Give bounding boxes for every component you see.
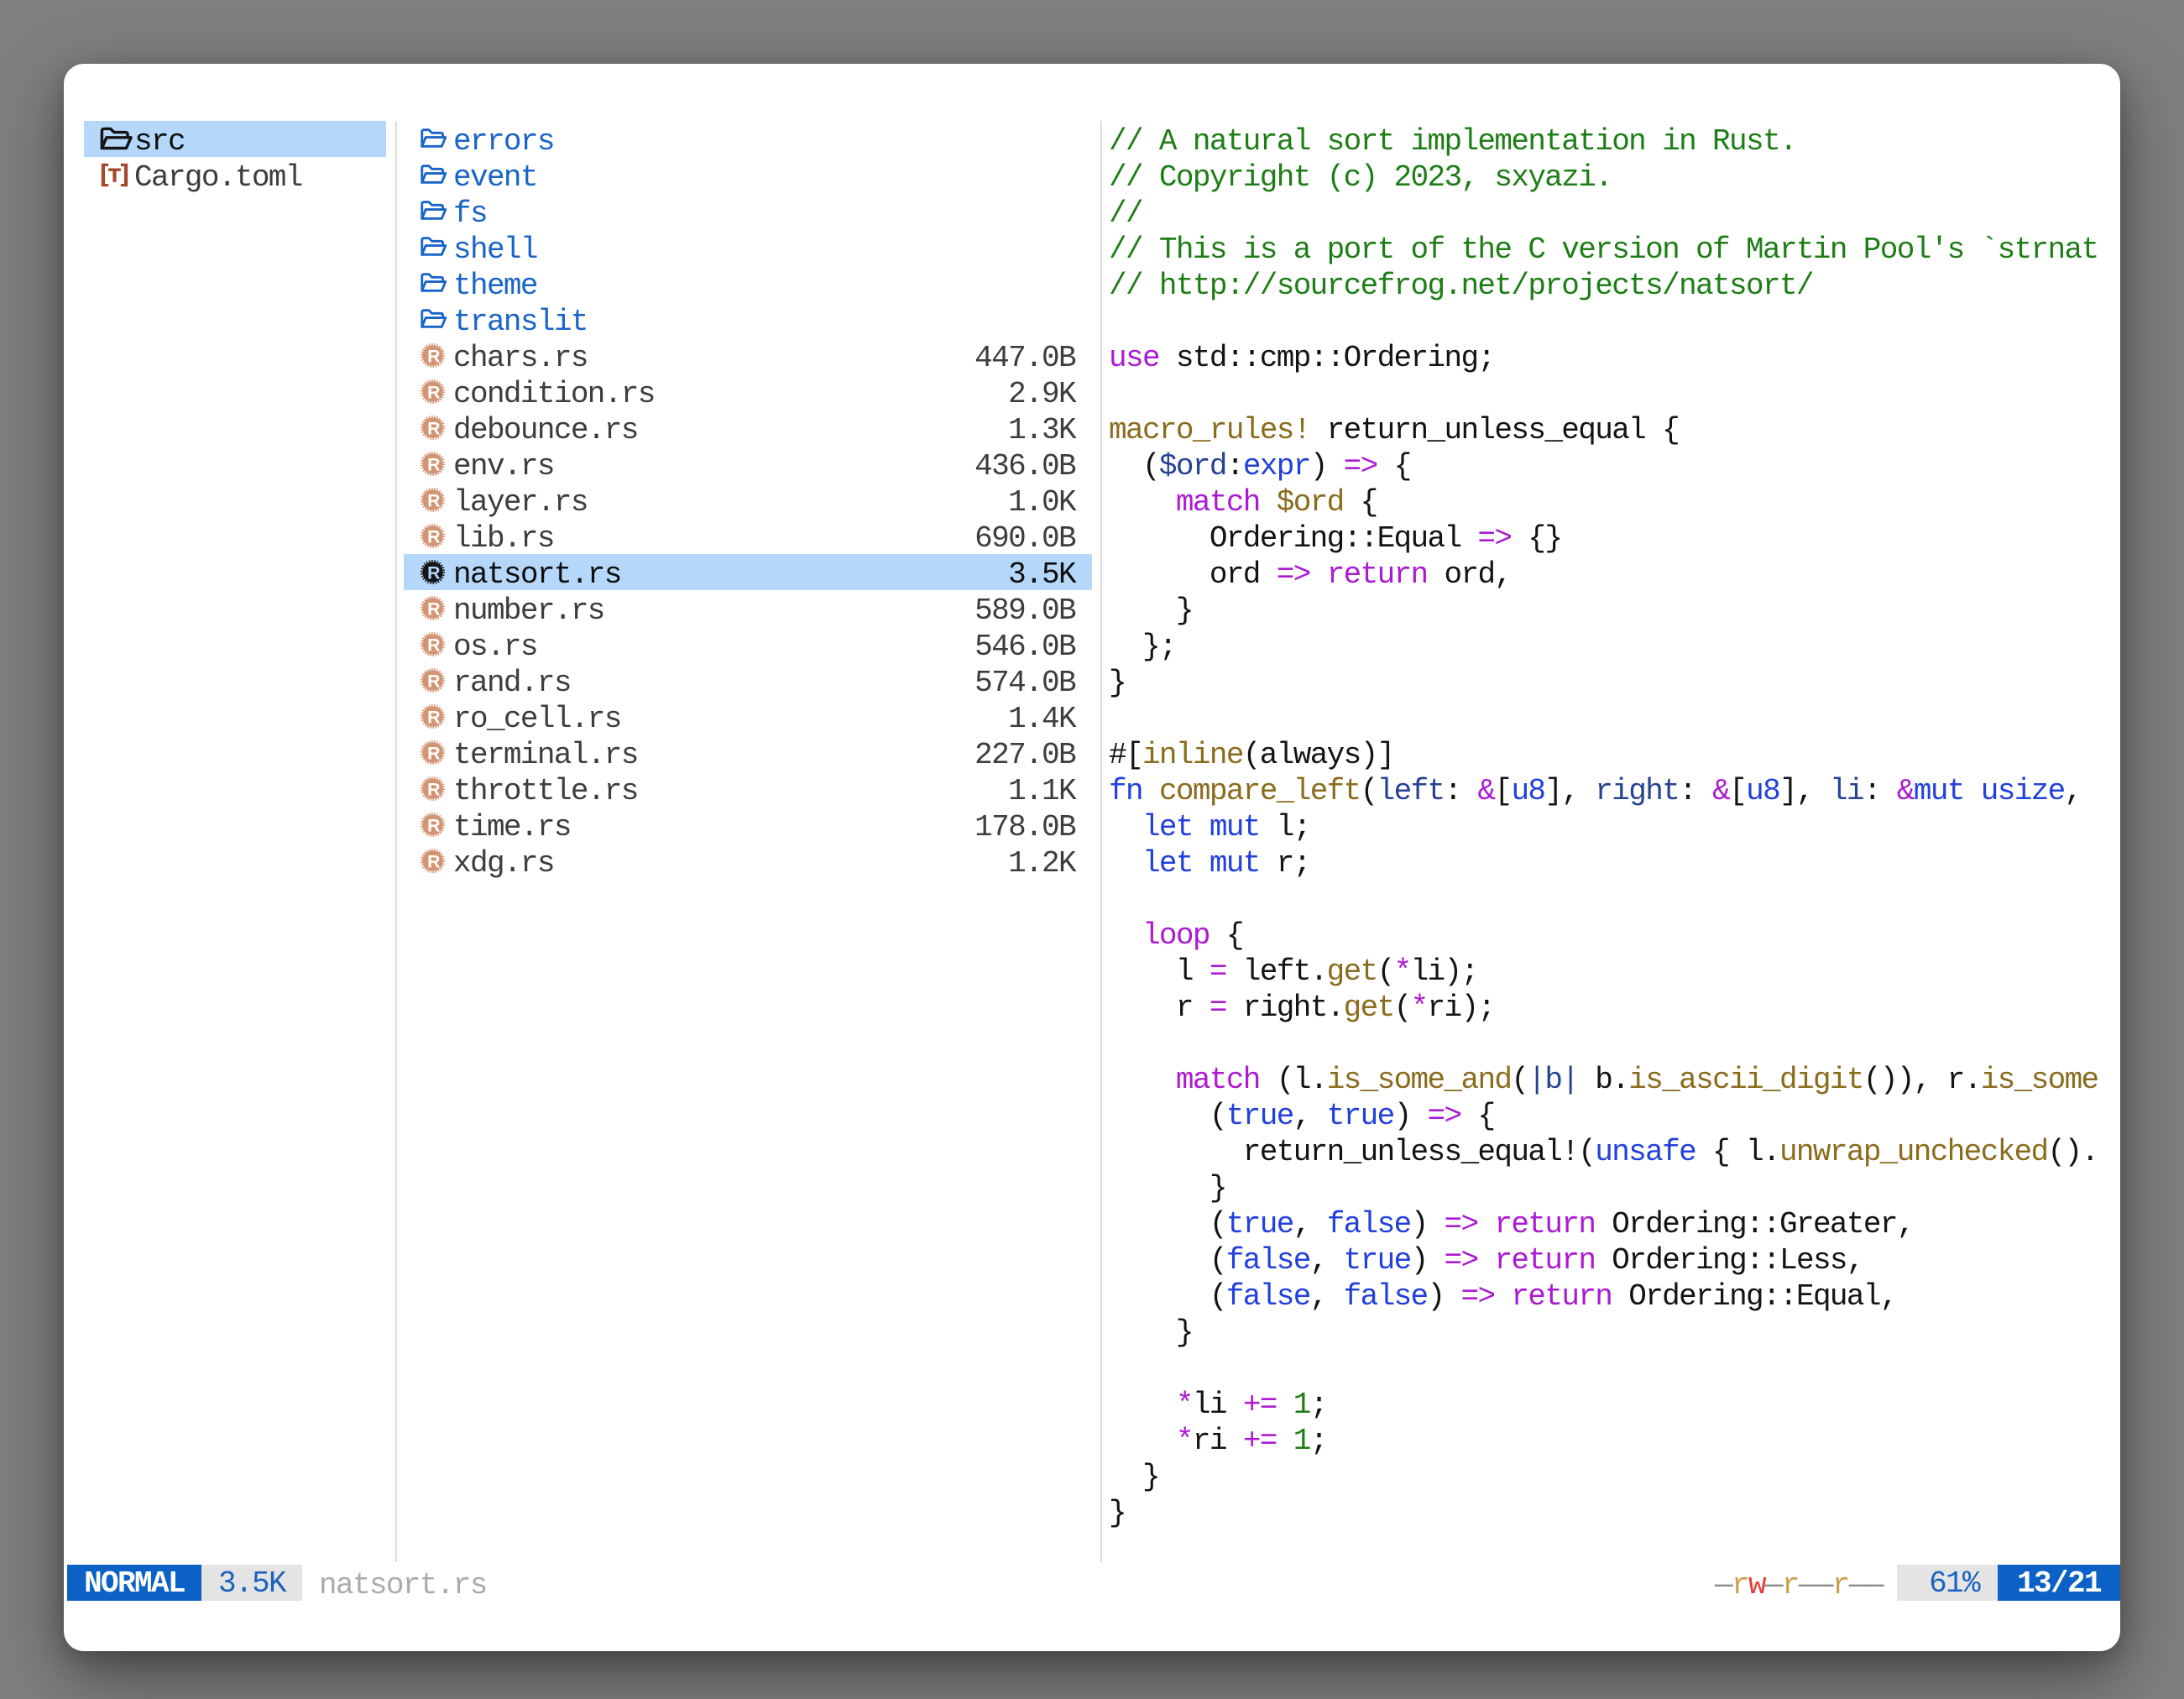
svg-text:R: R	[427, 671, 440, 691]
svg-text:R: R	[427, 851, 440, 871]
svg-text:R: R	[427, 779, 440, 799]
svg-text:R: R	[427, 526, 440, 546]
svg-text:R: R	[427, 382, 440, 402]
svg-text:R: R	[427, 346, 440, 366]
svg-text:R: R	[427, 635, 440, 655]
svg-text:R: R	[427, 815, 440, 835]
svg-text:R: R	[427, 454, 440, 474]
svg-text:R: R	[427, 418, 440, 438]
svg-text:R: R	[427, 490, 440, 510]
svg-text:R: R	[427, 743, 440, 763]
svg-text:R: R	[427, 599, 440, 619]
svg-text:R: R	[427, 562, 440, 583]
svg-text:R: R	[427, 707, 440, 727]
